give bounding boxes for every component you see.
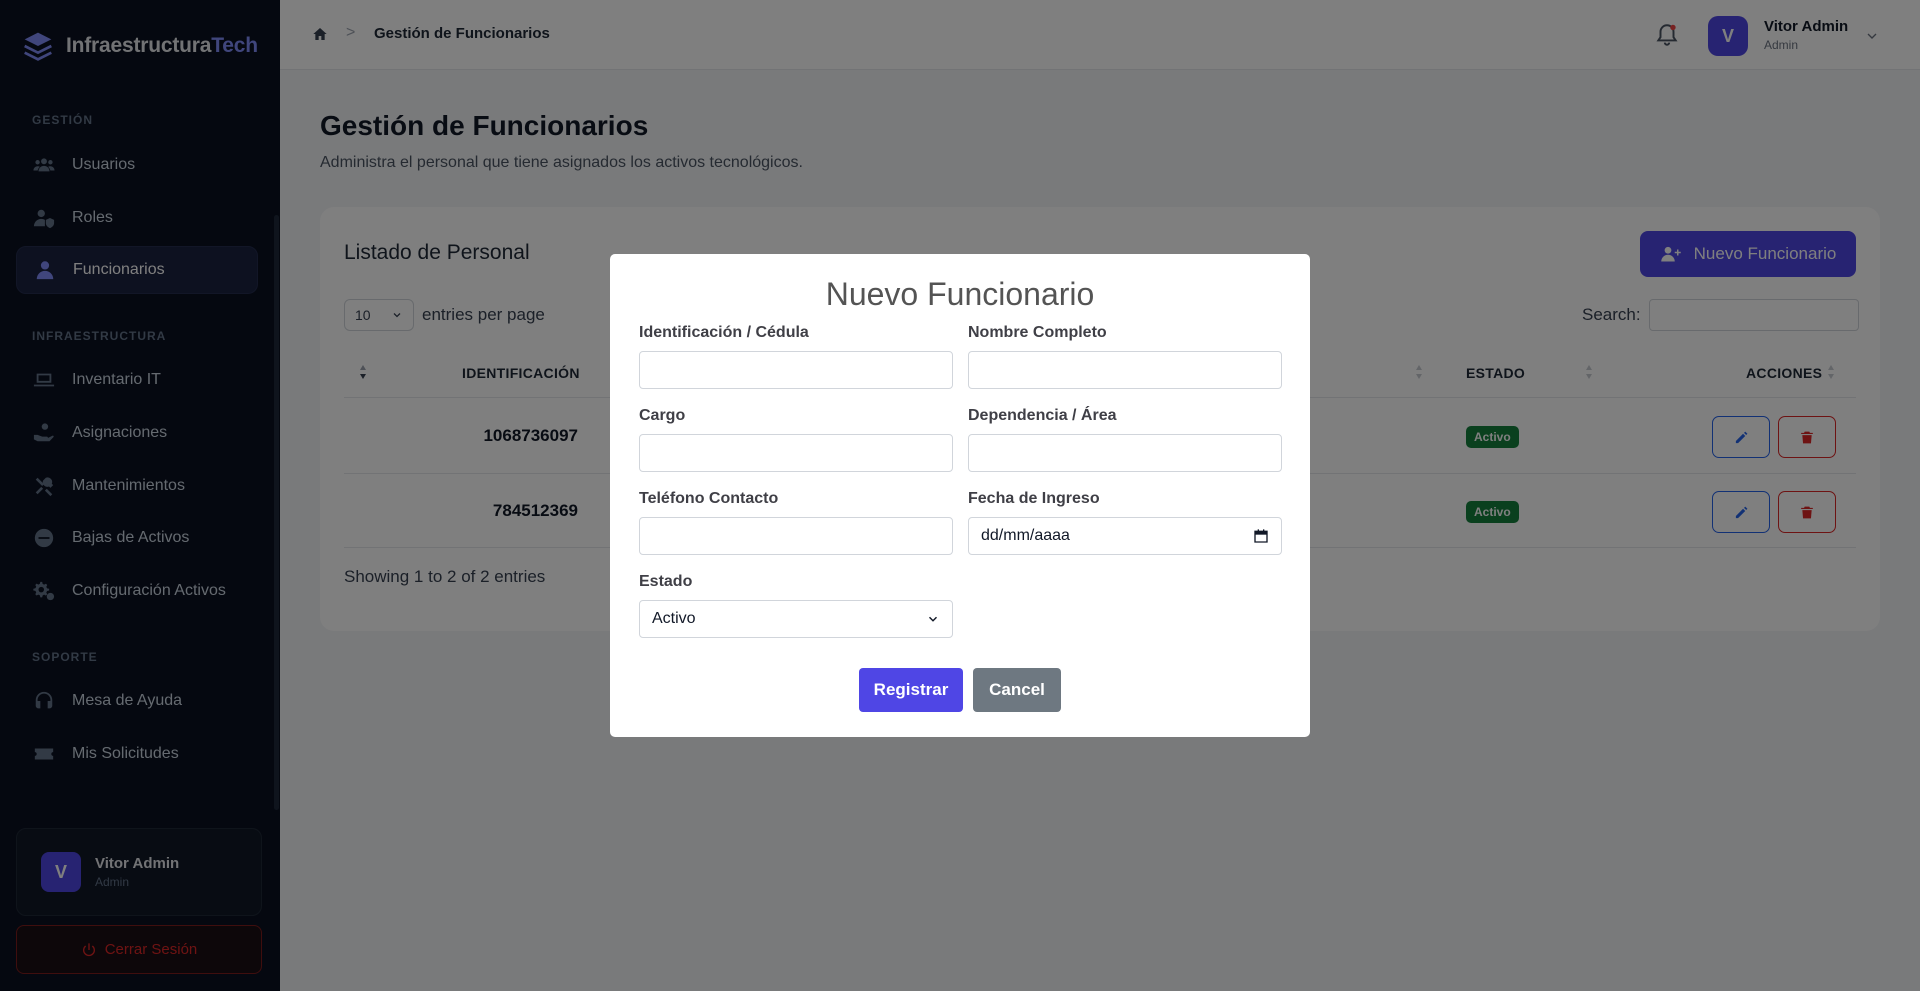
modal-title: Nuevo Funcionario [825, 276, 1095, 312]
estado-value: Activo [652, 610, 696, 627]
fecha-label: Fecha de Ingreso [968, 490, 1100, 507]
cancel-button[interactable]: Cancel [973, 668, 1061, 712]
fecha-placeholder: dd/mm/aaaa [981, 527, 1070, 544]
estado-select[interactable]: Activo [639, 600, 953, 638]
estado-label: Estado [639, 573, 693, 590]
chevron-down-icon [928, 616, 938, 622]
nombre-input[interactable] [968, 351, 1282, 389]
nombre-label: Nombre Completo [968, 324, 1107, 341]
identificacion-input[interactable] [639, 351, 953, 389]
dependencia-label: Dependencia / Área [968, 407, 1117, 424]
dependencia-input[interactable] [968, 434, 1282, 472]
fecha-input[interactable]: dd/mm/aaaa [968, 517, 1282, 555]
calendar-icon[interactable] [1253, 528, 1269, 544]
cargo-label: Cargo [639, 407, 686, 424]
telefono-label: Teléfono Contacto [639, 490, 779, 507]
registrar-button[interactable]: Registrar [859, 668, 963, 712]
cargo-input[interactable] [639, 434, 953, 472]
identificacion-label: Identificación / Cédula [639, 324, 809, 341]
telefono-input[interactable] [639, 517, 953, 555]
new-funcionario-modal: Nuevo Funcionario Identificación / Cédul… [610, 254, 1310, 737]
